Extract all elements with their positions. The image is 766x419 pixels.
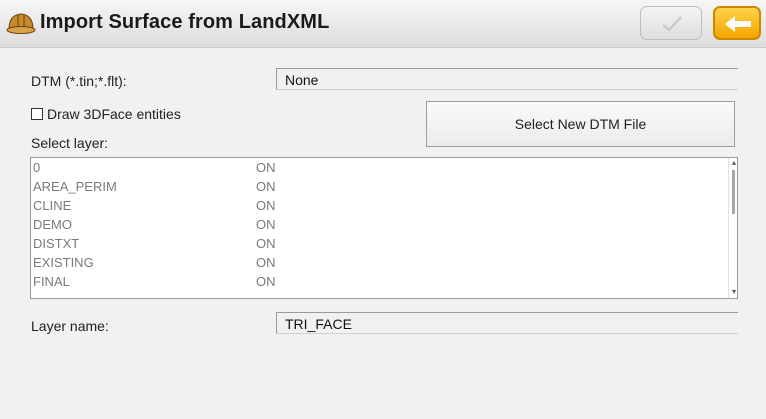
dtm-label: DTM (*.tin;*.flt):: [31, 73, 127, 89]
hardhat-icon: [6, 9, 36, 37]
select-layer-label: Select layer:: [31, 135, 109, 151]
draw-3dface-label: Draw 3DFace entities: [47, 106, 181, 122]
layer-name-field[interactable]: TRI_FACE: [276, 312, 738, 334]
window-title: Import Surface from LandXML: [40, 11, 330, 33]
layer-name: FINAL: [33, 274, 70, 289]
layer-state: ON: [256, 217, 276, 232]
list-item[interactable]: DEMO ON: [31, 215, 737, 234]
select-new-dtm-file-button[interactable]: Select New DTM File: [426, 101, 735, 147]
ok-button[interactable]: [640, 6, 702, 40]
layer-list[interactable]: 0 ON AREA_PERIM ON CLINE ON DEMO ON DIST…: [30, 157, 738, 299]
arrow-left-icon: [725, 16, 751, 32]
layer-name: CLINE: [33, 198, 72, 213]
layer-state: ON: [256, 198, 276, 213]
title-bar: Import Surface from LandXML: [0, 0, 766, 48]
back-button[interactable]: [713, 6, 761, 40]
scroll-up-icon[interactable]: ▴: [732, 159, 736, 167]
layer-state: ON: [256, 274, 276, 289]
list-item[interactable]: FINAL ON: [31, 272, 737, 291]
layer-name: AREA_PERIM: [33, 179, 117, 194]
list-item[interactable]: EXISTING ON: [31, 253, 737, 272]
scroll-thumb[interactable]: [732, 170, 735, 214]
draw-3dface-checkbox[interactable]: [31, 108, 43, 120]
layer-name: EXISTING: [33, 255, 94, 270]
layer-name: DEMO: [33, 217, 72, 232]
checkmark-icon: [662, 16, 682, 32]
draw-3dface-checkbox-row[interactable]: Draw 3DFace entities: [31, 106, 181, 122]
list-item[interactable]: DISTXT ON: [31, 234, 737, 253]
list-scrollbar[interactable]: ▴ ▾: [728, 158, 737, 298]
dtm-file-field: None: [276, 68, 738, 90]
list-item[interactable]: 0 ON: [31, 158, 737, 177]
layer-name-label: Layer name:: [31, 318, 109, 334]
scroll-down-icon[interactable]: ▾: [732, 288, 736, 296]
list-item[interactable]: CLINE ON: [31, 196, 737, 215]
layer-state: ON: [256, 179, 276, 194]
list-item[interactable]: AREA_PERIM ON: [31, 177, 737, 196]
layer-name: DISTXT: [33, 236, 80, 251]
layer-state: ON: [256, 255, 276, 270]
layer-state: ON: [256, 160, 276, 175]
layer-state: ON: [256, 236, 276, 251]
layer-name: 0: [33, 160, 41, 175]
